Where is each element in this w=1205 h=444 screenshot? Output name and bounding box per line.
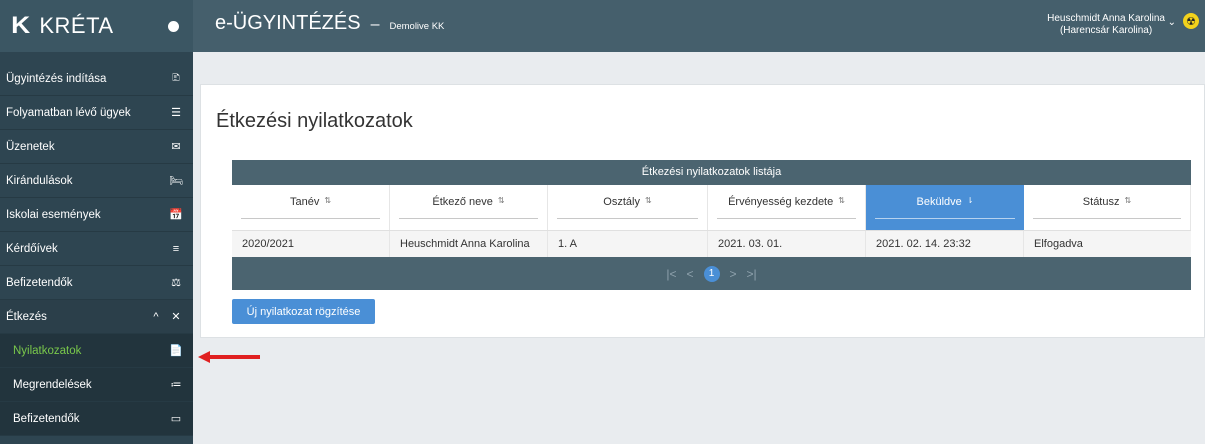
filter-input[interactable] (717, 218, 856, 219)
table-cell: 2021. 03. 01. (708, 231, 866, 257)
table-row[interactable]: 2020/2021 Heuschmidt Anna Karolina 1. A … (232, 231, 1191, 257)
table-cell: 2020/2021 (232, 231, 390, 257)
table-cell: Elfogadva (1034, 238, 1083, 250)
bed-icon: 🛏 (169, 175, 183, 187)
chevron-up-icon: ^ (153, 310, 159, 323)
table-cell: 2021. 02. 14. 23:32 (866, 231, 1024, 257)
user-name: Heuschmidt Anna Karolina (1047, 13, 1165, 24)
sidebar-group-label: Étkezés (6, 310, 47, 323)
calendar-icon: 📅 (169, 209, 183, 221)
sidebar-subitem-label: Megrendelések (13, 378, 92, 391)
table-cell: 1. A (548, 231, 708, 257)
sidebar-subitem-label: Befizetendők (13, 412, 80, 425)
sort-icon: ⇅ (838, 196, 845, 205)
table-header-row: Tanév ⇅ Étkező neve ⇅ Osztály ⇅ Érvényes… (232, 185, 1191, 231)
sidebar: K KRÉTA Ügyintézés indítása 🗈 Folyamatba… (0, 0, 193, 444)
filter-input[interactable] (399, 218, 538, 219)
sidebar-item-folyamatban[interactable]: Folyamatban lévő ügyek ☰ (0, 96, 193, 130)
annotation-arrow-icon (198, 351, 260, 363)
sort-descending-icon: ⇂ (966, 196, 974, 205)
app-title: e-ÜGYINTÉZÉS – Demolive KK (215, 12, 444, 35)
column-header-label: Státusz (1082, 196, 1120, 208)
filter-input[interactable] (241, 218, 380, 219)
sidebar-subitem-nyilatkozatok[interactable]: Nyilatkozatok 📄 (0, 334, 193, 368)
sidebar-item-label: Kérdőívek (6, 242, 58, 255)
sidebar-item-iskolai-esemenyek[interactable]: Iskolai események 📅 (0, 198, 193, 232)
sidebar-item-befizetendok[interactable]: Befizetendők ⚖ (0, 266, 193, 300)
brand-name: KRÉTA (39, 13, 114, 38)
filter-input[interactable] (875, 218, 1015, 219)
top-bar: e-ÜGYINTÉZÉS – Demolive KK Heuschmidt An… (193, 0, 1205, 52)
sidebar-item-uzenetek[interactable]: Üzenetek ✉ (0, 130, 193, 164)
sort-icon: ⇅ (324, 196, 332, 205)
page-title: Étkezési nyilatkozatok (216, 110, 413, 132)
sidebar-subitem-label: Nyilatkozatok (13, 344, 82, 357)
sidebar-item-label: Folyamatban lévő ügyek (6, 106, 131, 119)
sort-icon: ⇅ (1124, 196, 1132, 205)
filter-input[interactable] (557, 218, 698, 219)
organization-name: Demolive KK (389, 21, 445, 32)
document-icon: 📄 (169, 345, 183, 357)
column-header-label: Tanév (289, 196, 320, 208)
last-page-icon[interactable]: >| (747, 267, 757, 281)
sidebar-menu: Ügyintézés indítása 🗈 Folyamatban lévő ü… (0, 52, 193, 436)
column-header-label: Osztály (603, 196, 640, 208)
survey-icon: ≡ (172, 242, 180, 255)
app-title-text: e-ÜGYINTÉZÉS (215, 12, 361, 34)
chevron-down-icon[interactable]: ⌄ (1168, 17, 1176, 28)
sidebar-item-label: Kirándulások (6, 174, 73, 187)
sidebar-toggle-icon[interactable] (168, 21, 179, 32)
column-header-statusz[interactable]: Státusz ⇅ (1024, 185, 1191, 230)
user-avatar-icon[interactable]: ☢ (1183, 13, 1199, 29)
sidebar-group-etkezes[interactable]: Étkezés ^ ✕ (0, 300, 193, 334)
column-header-tanev[interactable]: Tanév ⇅ (232, 185, 390, 230)
title-separator: – (370, 16, 380, 33)
column-header-ervenyesseg-kezdete[interactable]: Érvényesség kezdete ⇅ (708, 185, 866, 230)
column-header-label: Érvényesség kezdete (728, 196, 834, 208)
sidebar-item-label: Ügyintézés indítása (6, 72, 107, 85)
content-card: Étkezési nyilatkozatok Étkezési nyilatko… (200, 84, 1205, 338)
sidebar-item-ugyintezes-inditasa[interactable]: Ügyintézés indítása 🗈 (0, 62, 193, 96)
user-menu[interactable]: Heuschmidt Anna Karolina (Harencsár Karo… (1047, 13, 1165, 37)
next-page-icon[interactable]: > (730, 267, 737, 281)
first-page-icon[interactable]: |< (666, 267, 676, 281)
column-header-osztaly[interactable]: Osztály ⇅ (548, 185, 708, 230)
sidebar-item-kerdoivek[interactable]: Kérdőívek ≡ (0, 232, 193, 266)
table-caption: Étkezési nyilatkozatok listája (232, 160, 1191, 185)
sort-icon: ⇅ (497, 196, 505, 205)
declarations-table: Étkezési nyilatkozatok listája Tanév ⇅ É… (232, 160, 1191, 290)
mail-icon: ✉ (171, 141, 181, 153)
sidebar-subitem-megrendelesek[interactable]: Megrendelések ≔ (0, 368, 193, 402)
table-cell: Heuschmidt Anna Karolina (390, 231, 548, 257)
order-list-icon: ≔ (170, 379, 182, 391)
sidebar-item-kirandulasok[interactable]: Kirándulások 🛏 (0, 164, 193, 198)
payment-icon: ⚖ (171, 277, 181, 289)
column-header-bekuldve[interactable]: Beküldve ⇂ (866, 185, 1024, 230)
sidebar-item-label: Iskolai események (6, 208, 101, 221)
new-declaration-button[interactable]: Új nyilatkozat rögzítése (232, 299, 375, 324)
column-header-label: Étkező neve (432, 196, 493, 208)
sidebar-subitem-befizetendok[interactable]: Befizetendők ▭ (0, 402, 193, 436)
cutlery-icon: ✕ (171, 311, 181, 323)
sidebar-item-label: Üzenetek (6, 140, 55, 153)
pagination: |< < 1 > >| (232, 257, 1191, 290)
card-icon: ▭ (170, 413, 182, 425)
sidebar-item-label: Befizetendők (6, 276, 73, 289)
prev-page-icon[interactable]: < (686, 267, 693, 281)
current-page[interactable]: 1 (703, 265, 720, 282)
sort-icon: ⇅ (644, 196, 652, 205)
column-header-etkezo-neve[interactable]: Étkező neve ⇅ (390, 185, 548, 230)
column-header-label: Beküldve (916, 196, 962, 208)
filter-input[interactable] (1033, 218, 1181, 219)
new-case-icon: 🗈 (171, 72, 181, 84)
list-icon: ☰ (171, 107, 181, 119)
kreta-logo-icon: K (11, 12, 31, 39)
user-sub-name: (Harencsár Karolina) (1059, 25, 1153, 36)
brand-header[interactable]: K KRÉTA (0, 0, 193, 52)
